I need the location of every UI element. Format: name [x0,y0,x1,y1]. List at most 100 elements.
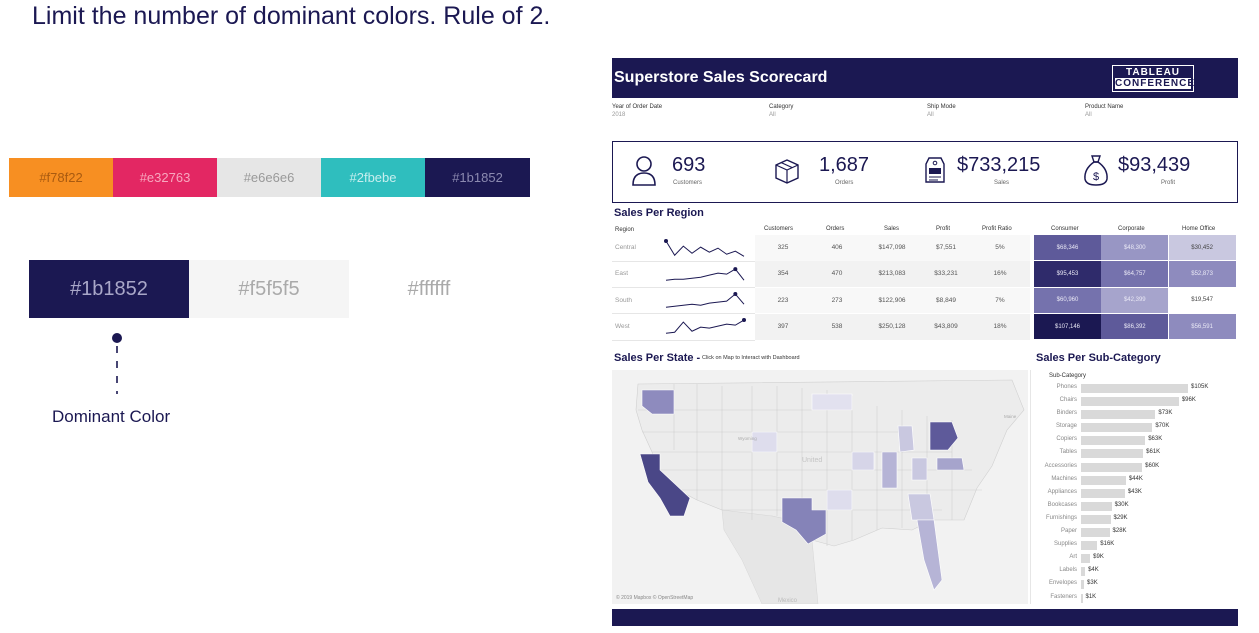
segment-home-office-cell[interactable]: $30,452 [1168,235,1236,261]
subcat-value-label: $44K [1128,475,1143,482]
filter-product-name[interactable]: Product Name All [1085,104,1123,118]
subcat-row[interactable]: Binders $73K [1031,408,1239,421]
filter-category[interactable]: Category All [769,104,793,118]
filter-ship-mode[interactable]: Ship Mode All [927,104,956,118]
segment-header-home-office: Home Office [1182,226,1216,232]
filter-ship-mode-label: Ship Mode [927,104,956,110]
subcat-bar[interactable] [1081,514,1111,524]
subcat-bar[interactable] [1081,593,1083,603]
subcat-bar[interactable] [1081,528,1110,538]
filter-year[interactable]: Year of Order Date 2018 [612,104,662,118]
subcat-bar[interactable] [1081,488,1125,498]
segment-corporate-cell[interactable]: $42,399 [1101,287,1169,313]
subcat-bar[interactable] [1081,449,1144,459]
subcat-bar[interactable] [1081,410,1156,420]
region-name: Central [615,244,636,252]
region-row[interactable]: West 397 538 $250,128 $43,809 18% $107,146 $86,… [612,313,1238,341]
subcat-row[interactable]: Paper $28K [1031,526,1239,539]
segment-header-corporate: Corporate [1118,226,1145,232]
subcat-bar[interactable] [1081,475,1126,485]
subcat-bar[interactable] [1081,423,1153,433]
svg-text:$: $ [1093,171,1099,183]
dominant-strip: #1b1852 #f5f5f5 #ffffff [29,260,509,318]
kpi-customers-label: Customers [673,180,703,186]
subcat-bar[interactable] [1081,541,1098,551]
subcat-row[interactable]: Machines $44K [1031,474,1239,487]
segment-corporate-cell[interactable]: $86,392 [1101,313,1169,340]
region-header-profit-ratio: Profit Ratio [982,226,1012,232]
subcat-row[interactable]: Appliances $43K [1031,487,1239,500]
subcat-bar[interactable] [1081,567,1086,577]
map-label-wyoming: Wyoming [738,436,757,441]
subcat-row[interactable]: Bookcases $30K [1031,500,1239,513]
subcat-bar[interactable] [1081,397,1179,407]
subcat-bar[interactable] [1081,462,1143,472]
subcat-label: Bookcases [1047,501,1077,508]
subcat-row[interactable]: Fasteners $1K [1031,592,1239,605]
subcat-row[interactable]: Furnishings $29K [1031,513,1239,526]
region-profit: $8,849 [936,296,956,304]
subcat-row[interactable]: Tables $61K [1031,447,1239,460]
map-label-maine: Maine [1004,414,1017,419]
region-row[interactable]: East 354 470 $213,083 $33,231 16% $95,453 $64,7… [612,261,1238,289]
subcat-label: Machines [1051,475,1077,482]
segment-home-office-cell[interactable]: $56,591 [1168,313,1236,340]
subcat-value-label: $28K [1112,528,1127,535]
segment-corporate-cell[interactable]: $48,300 [1101,235,1169,261]
subcat-row[interactable]: Storage $70K [1031,421,1239,434]
segment-consumer-cell[interactable]: $95,453 [1034,261,1101,287]
subcat-row[interactable]: Envelopes $3K [1031,578,1239,591]
subcat-row[interactable]: Supplies $16K [1031,539,1239,552]
region-profit: $7,551 [936,244,956,252]
subcat-rows: Phones $105K Chairs $96K Binders $73K Storage $… [1031,382,1239,605]
subcat-value-label: $96K [1181,397,1196,404]
subcat-bar[interactable] [1081,384,1188,393]
subcat-header: Sub-Category [1049,373,1087,379]
subcat-value-label: $30K [1114,501,1129,508]
subcat-row[interactable]: Accessories $60K [1031,461,1239,474]
segment-home-office-cell[interactable]: $52,873 [1168,261,1236,287]
subcat-row[interactable]: Phones $105K [1031,382,1239,395]
subcat-value-label: $1K [1085,593,1097,600]
region-customers: 354 [777,270,789,278]
region-customers: 397 [777,323,789,331]
region-name: South [615,296,632,304]
kpi-profit-label: Profit [1161,180,1176,186]
dashboard-footer [612,609,1238,626]
subcat-row[interactable]: Art $9K [1031,552,1239,565]
us-map[interactable]: Wyoming United Mexico Maine © 2019 Mapbo… [612,370,1028,604]
subcat-value-label: $16K [1100,541,1115,548]
segment-home-office-cell[interactable]: $19,547 [1168,287,1236,313]
subcat-title: Sales Per Sub-Category [1036,352,1161,364]
region-profit: $33,231 [934,270,958,278]
region-sparkline [665,267,745,282]
segment-consumer-cell[interactable]: $68,346 [1034,235,1101,261]
segment-header-consumer: Consumer [1051,226,1079,232]
kpi-orders-label: Orders [835,180,854,186]
subcat-value-label: $70K [1155,423,1170,430]
region-sales: $250,128 [878,323,906,331]
subcat-bar[interactable] [1081,501,1112,511]
subcat-bar[interactable] [1081,580,1085,590]
map-credit: © 2019 Mapbox © OpenStreetMap [616,595,694,601]
segment-consumer-cell[interactable]: $60,960 [1034,287,1101,313]
subcat-value-label: $4K [1088,567,1099,574]
segment-consumer-cell[interactable]: $107,146 [1034,313,1101,340]
region-orders: 273 [831,296,843,304]
subcat-bar[interactable] [1081,554,1091,564]
subcat-row[interactable]: Copiers $63K [1031,434,1239,447]
region-row[interactable]: South 223 273 $122,906 $8,849 7% $60,960 $42,39… [612,287,1238,315]
logo-line2: CONFERENCE [1115,78,1196,89]
subcat-bar[interactable] [1081,436,1146,446]
region-row[interactable]: Central 325 406 $147,098 $7,551 5% $68,346 $48,… [612,235,1238,262]
segment-corporate-cell[interactable]: $64,757 [1101,261,1169,287]
filter-product-name-value: All [1085,112,1092,118]
subcat-value-label: $29K [1113,514,1128,521]
filter-category-label: Category [769,104,794,110]
subcat-label: Tables [1059,449,1077,456]
filter-year-label: Year of Order Date [612,104,663,110]
subcat-row[interactable]: Labels $4K [1031,565,1239,578]
map-label-mexico: Mexico [778,598,798,604]
subcat-row[interactable]: Chairs $96K [1031,395,1239,408]
subcat-chart: Sub-Category Phones $105K Chairs $96K Binder… [1030,370,1239,604]
